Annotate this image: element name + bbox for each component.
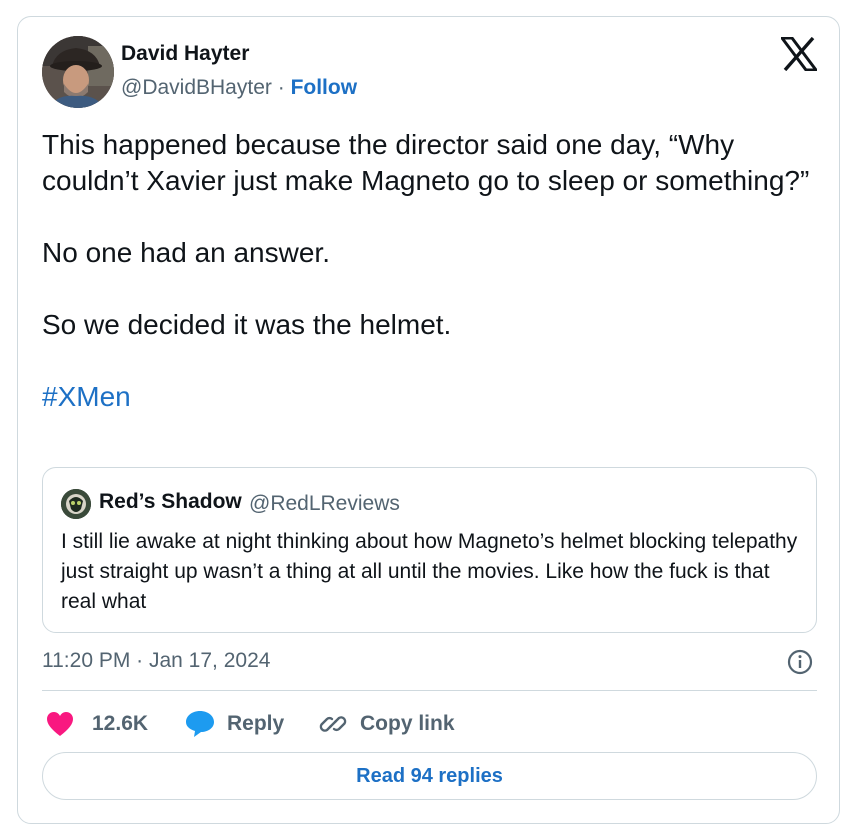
read-replies-button[interactable]: Read 94 replies [42,752,817,800]
copy-link-label: Copy link [360,712,455,735]
quoted-author-name: Red’s Shadow [99,490,242,513]
copy-link-button[interactable]: Copy link [318,708,455,740]
read-replies-label: Read 94 replies [356,764,503,787]
quoted-author-handle: @RedLReviews [249,492,400,515]
author-name[interactable]: David Hayter [121,42,249,66]
like-button[interactable]: 12.6K [46,708,148,740]
speech-bubble-icon [186,711,214,737]
tweet-paragraph: This happened because the director said … [42,129,810,196]
author-handle[interactable]: @DavidBHayter [121,76,272,99]
tweet-text: This happened because the director said … [42,127,812,415]
meta-separator: · [277,76,285,99]
tweet-paragraph: So we decided it was the helmet. [42,309,452,340]
divider [42,690,817,691]
info-icon[interactable] [787,649,813,675]
author-avatar[interactable] [42,36,114,108]
tweet-timestamp[interactable]: 11:20 PM · Jan 17, 2024 [42,649,270,673]
heart-icon [47,712,73,736]
like-count: 12.6K [92,712,149,735]
quoted-avatar-icon [61,489,91,519]
reply-button[interactable]: Reply [185,708,284,740]
link-icon [319,716,347,732]
tweet-paragraph: No one had an answer. [42,237,330,268]
quoted-tweet[interactable]: Red’s Shadow @RedLReviews I still lie aw… [42,467,817,633]
author-meta: @DavidBHayter · Follow [121,76,357,100]
reply-label: Reply [227,712,285,735]
x-logo-icon[interactable] [781,37,817,71]
quoted-tweet-text: I still lie awake at night thinking abou… [61,530,798,613]
quoted-avatar [61,489,91,519]
follow-button[interactable]: Follow [291,76,358,99]
author-photo-icon [42,36,114,108]
hashtag-link[interactable]: #XMen [42,381,131,412]
